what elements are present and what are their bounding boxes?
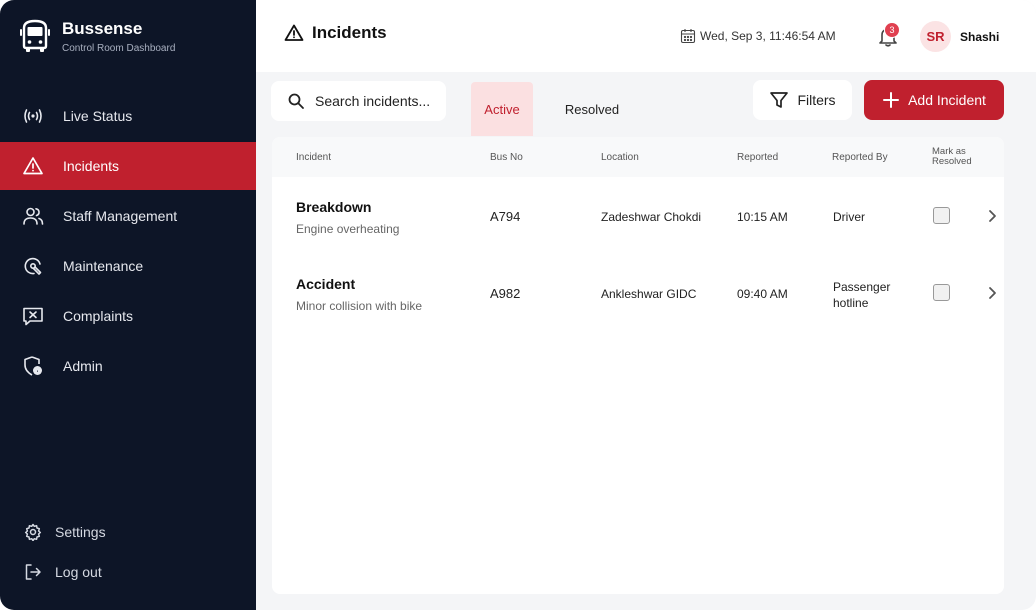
logout-icon bbox=[24, 563, 42, 581]
mark-resolved-line-2: Resolved bbox=[932, 156, 972, 167]
incident-description: Minor collision with bike bbox=[296, 299, 423, 313]
brand-subtitle: Control Room Dashboard bbox=[62, 43, 176, 54]
avatar[interactable]: SR bbox=[920, 21, 951, 52]
search-box[interactable] bbox=[271, 81, 446, 121]
reported-by-line-2: hotline bbox=[833, 296, 869, 310]
sidebar-item-live-status[interactable]: Live Status bbox=[0, 92, 256, 140]
sidebar-item-label: Complaints bbox=[63, 308, 134, 324]
brand[interactable]: Bussense Control Room Dashboard bbox=[20, 18, 175, 54]
search-icon bbox=[288, 93, 304, 109]
app-window: Bussense Control Room Dashboard Live Sta… bbox=[0, 0, 1036, 610]
sidebar-item-staff-management[interactable]: Staff Management bbox=[0, 192, 256, 240]
page-title-text: Incidents bbox=[312, 23, 387, 42]
user-name[interactable]: Shashi bbox=[960, 30, 999, 44]
filter-icon bbox=[770, 92, 789, 108]
column-header-incident: Incident bbox=[296, 152, 332, 163]
sidebar-item-label: Maintenance bbox=[63, 258, 144, 274]
bus-number: A794 bbox=[490, 209, 521, 224]
sidebar-nav: Live Status Incidents Staff Management M… bbox=[0, 92, 256, 392]
incident-description: Engine overheating bbox=[296, 222, 400, 236]
column-header-bus-no: Bus No bbox=[490, 152, 523, 163]
bus-logo-icon bbox=[20, 19, 50, 52]
table-row[interactable]: Accident Minor collision with bike A982 … bbox=[272, 254, 1004, 331]
main-content: Incidents Wed, Sep 3, 11:46:54 AM 3 SR S… bbox=[256, 0, 1036, 610]
sidebar-item-complaints[interactable]: Complaints bbox=[0, 292, 256, 340]
table-row[interactable]: Breakdown Engine overheating A794 Zadesh… bbox=[272, 177, 1004, 254]
chevron-right-icon[interactable] bbox=[986, 209, 998, 223]
top-bar: Incidents Wed, Sep 3, 11:46:54 AM 3 SR S… bbox=[256, 0, 1036, 72]
bus-number: A982 bbox=[490, 286, 521, 301]
filters-label: Filters bbox=[797, 92, 836, 108]
sidebar-item-admin[interactable]: Admin bbox=[0, 342, 256, 390]
settings-label: Settings bbox=[55, 524, 106, 540]
reported-by: Driver bbox=[833, 210, 865, 224]
tab-resolved[interactable]: Resolved bbox=[552, 82, 632, 136]
shield-lock-icon bbox=[22, 355, 44, 377]
reported-time: 09:40 AM bbox=[737, 287, 788, 301]
notification-badge: 3 bbox=[884, 22, 900, 38]
wrench-icon bbox=[22, 255, 44, 277]
sidebar-item-label: Staff Management bbox=[63, 208, 178, 224]
mark-resolved-checkbox[interactable] bbox=[933, 284, 950, 301]
calendar-icon bbox=[680, 29, 696, 44]
warning-icon bbox=[22, 155, 44, 177]
column-header-location: Location bbox=[601, 152, 639, 163]
sidebar-bottom: Settings Log out bbox=[0, 512, 256, 592]
sidebar-item-label: Incidents bbox=[63, 158, 120, 174]
column-header-reported-by: Reported By bbox=[832, 152, 888, 163]
gear-icon bbox=[24, 523, 42, 541]
reported-by-line-1: Passenger bbox=[833, 280, 891, 294]
add-incident-button[interactable]: Add Incident bbox=[864, 80, 1004, 120]
sidebar-item-incidents[interactable]: Incidents bbox=[0, 142, 256, 190]
column-header-mark-resolved: Mark as Resolved bbox=[932, 147, 972, 167]
reported-time: 10:15 AM bbox=[737, 210, 788, 224]
brand-name: Bussense bbox=[62, 19, 143, 38]
incident-location: Zadeshwar Chokdi bbox=[601, 210, 702, 224]
sidebar-item-maintenance[interactable]: Maintenance bbox=[0, 242, 256, 290]
page-title: Incidents bbox=[284, 23, 387, 43]
table-header: Incident Bus No Location Reported Report… bbox=[272, 137, 1004, 177]
datetime-display: Wed, Sep 3, 11:46:54 AM bbox=[680, 28, 836, 44]
column-header-reported: Reported bbox=[737, 152, 779, 163]
sidebar-item-label: Admin bbox=[63, 358, 103, 374]
logout-label: Log out bbox=[55, 564, 102, 580]
search-input[interactable] bbox=[315, 93, 435, 109]
filters-button[interactable]: Filters bbox=[753, 80, 852, 120]
warning-icon bbox=[284, 24, 304, 41]
add-incident-label: Add Incident bbox=[908, 92, 986, 108]
broadcast-icon bbox=[22, 105, 44, 127]
tab-active[interactable]: Active bbox=[471, 82, 533, 136]
reported-by: Passenger hotline bbox=[833, 279, 890, 311]
complaint-icon bbox=[22, 305, 44, 327]
incident-title: Breakdown bbox=[296, 199, 372, 215]
sidebar-item-settings[interactable]: Settings bbox=[0, 512, 256, 552]
sidebar-item-logout[interactable]: Log out bbox=[0, 552, 256, 592]
mark-resolved-checkbox[interactable] bbox=[933, 207, 950, 224]
sidebar: Bussense Control Room Dashboard Live Sta… bbox=[0, 0, 256, 610]
sidebar-item-label: Live Status bbox=[63, 108, 133, 124]
incident-title: Accident bbox=[296, 276, 356, 292]
plus-icon bbox=[883, 92, 900, 108]
incident-location: Ankleshwar GIDC bbox=[601, 287, 697, 301]
users-icon bbox=[22, 205, 44, 227]
incidents-table: Incident Bus No Location Reported Report… bbox=[272, 137, 1004, 594]
chevron-right-icon[interactable] bbox=[986, 286, 998, 300]
datetime-text: Wed, Sep 3, 11:46:54 AM bbox=[700, 29, 836, 43]
